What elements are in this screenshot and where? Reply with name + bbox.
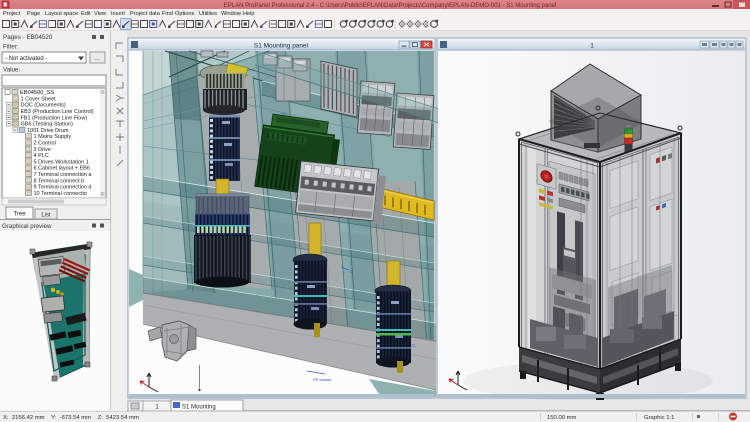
svg-text:3 Drive: 3 Drive [34, 147, 51, 153]
svg-text:Tree: Tree [13, 212, 26, 218]
svg-text:Insert: Insert [111, 11, 125, 17]
svg-text:Edit: Edit [81, 11, 91, 17]
svg-text:EB3 (Production Line Control): EB3 (Production Line Control) [21, 109, 94, 115]
svg-text:Find: Find [162, 11, 173, 17]
svg-text:Project data: Project data [130, 11, 161, 17]
svg-text:4 PLC: 4 PLC [34, 153, 49, 159]
svg-text:Utilities: Utilities [199, 11, 217, 17]
svg-text:6 Cabinet layout + EB6: 6 Cabinet layout + EB6 [34, 166, 90, 172]
svg-text:...: ... [94, 55, 100, 62]
svg-text:View: View [94, 11, 107, 17]
svg-text:1: 1 [590, 42, 594, 49]
svg-text:EPLAN ProPanel Professional 2.: EPLAN ProPanel Professional 2.4 - C:\Use… [224, 3, 556, 9]
svg-text:1 Mains Supply: 1 Mains Supply [34, 134, 72, 140]
svg-text:X: 2156.42 mm Y: -673.54: X: 2156.42 mm Y: -673.54 mm Z: 5423.54 m… [3, 415, 139, 421]
svg-text:FB1 (Production Line Flow): FB1 (Production Line Flow) [21, 115, 88, 121]
svg-text:Page: Page [27, 11, 40, 17]
svg-text:Graphic 1:1: Graphic 1:1 [644, 415, 674, 421]
svg-text:Graphical preview: Graphical preview [2, 223, 52, 230]
svg-text:Options: Options [175, 11, 194, 17]
svg-text:GB6 (Testing Station): GB6 (Testing Station) [21, 122, 73, 128]
svg-text:- Not activated -: - Not activated - [5, 56, 47, 62]
svg-text:PE busbar: PE busbar [313, 377, 332, 382]
svg-text:DOC (Documents): DOC (Documents) [21, 103, 66, 109]
svg-text:9 Terminal connection d: 9 Terminal connection d [34, 185, 92, 191]
svg-text:S1 Mounting panel: S1 Mounting panel [254, 42, 309, 49]
svg-text:Help: Help [243, 11, 255, 17]
svg-text:10 Terminal connectio: 10 Terminal connectio [34, 191, 87, 197]
svg-text:Filter:: Filter: [3, 44, 19, 51]
svg-text:Value:: Value: [3, 67, 20, 74]
svg-text:7 Terminal connection a: 7 Terminal connection a [34, 172, 93, 178]
svg-text:U1: U1 [281, 111, 287, 116]
svg-text:Project: Project [3, 11, 21, 17]
svg-text:Pages - EB04520: Pages - EB04520 [3, 34, 53, 41]
svg-text:S1 Mounting: S1 Mounting [182, 405, 216, 411]
svg-text:5 Drives Workstation 1: 5 Drives Workstation 1 [34, 159, 89, 165]
svg-text:1 Cover Sheet: 1 Cover Sheet [21, 96, 57, 102]
svg-text:2 Control: 2 Control [34, 141, 56, 147]
svg-text:Window: Window [221, 11, 242, 17]
svg-text:Layout space: Layout space [45, 11, 78, 17]
svg-text:8 Terminal connect b: 8 Terminal connect b [34, 178, 85, 184]
svg-text:List: List [41, 213, 51, 219]
svg-text:EB04500_SS: EB04500_SS [20, 90, 54, 96]
svg-text:150.00 mm: 150.00 mm [547, 415, 577, 421]
svg-text:1001 Drive Drum: 1001 Drive Drum [27, 128, 69, 134]
